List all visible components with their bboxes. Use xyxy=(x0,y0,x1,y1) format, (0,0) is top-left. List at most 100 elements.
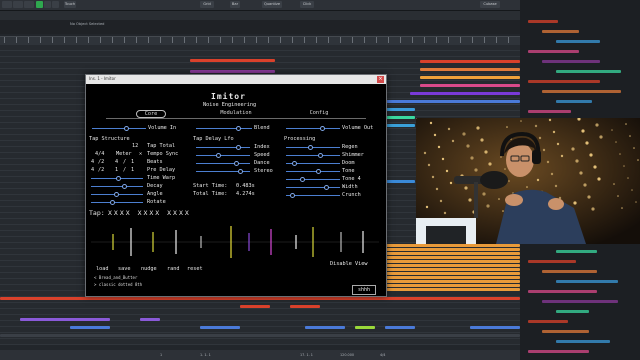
clip[interactable] xyxy=(385,256,520,259)
toolbar-button-1[interactable] xyxy=(2,1,12,8)
clip[interactable] xyxy=(200,326,240,329)
volume-out-slider[interactable] xyxy=(286,128,340,129)
rand-button[interactable]: rand xyxy=(167,266,180,272)
beats-den[interactable]: 1 xyxy=(131,159,134,165)
stereo-knob[interactable] xyxy=(238,169,243,174)
clip[interactable] xyxy=(355,326,375,329)
clip[interactable] xyxy=(385,264,520,267)
rotate-slider[interactable] xyxy=(91,202,143,203)
meter-left-value[interactable]: 4/4 xyxy=(95,151,104,157)
clip[interactable] xyxy=(240,305,270,308)
width-slider[interactable] xyxy=(286,187,340,188)
toolbar-label-cubase[interactable]: Cubase xyxy=(480,1,500,8)
clip[interactable] xyxy=(420,76,520,79)
blend-slider[interactable] xyxy=(196,128,252,129)
tempo-sync-checkbox[interactable]: ✕ xyxy=(139,151,142,157)
volume-out-knob[interactable] xyxy=(320,126,325,131)
preset-name[interactable]: > classic dotted 8th xyxy=(94,282,142,287)
predelay-num[interactable]: 4 xyxy=(91,167,94,173)
toolbar-label-quantize[interactable]: Quantize xyxy=(262,1,282,8)
tool-button-a[interactable] xyxy=(44,1,51,8)
crunch-knob[interactable] xyxy=(290,193,295,198)
tone4-slider[interactable] xyxy=(286,179,340,180)
clip[interactable] xyxy=(385,248,520,251)
nudge-button[interactable]: nudge xyxy=(141,266,157,272)
clip[interactable] xyxy=(385,268,520,271)
clip[interactable] xyxy=(385,284,520,287)
dance-slider[interactable] xyxy=(196,163,250,164)
decay-slider[interactable] xyxy=(91,186,143,187)
clip[interactable] xyxy=(190,70,275,73)
clip[interactable] xyxy=(385,326,415,329)
clip[interactable] xyxy=(0,334,520,337)
tap-total-value[interactable]: 12 xyxy=(132,143,138,149)
clip[interactable] xyxy=(20,318,110,321)
close-icon[interactable]: × xyxy=(377,76,384,83)
tone-slider[interactable] xyxy=(286,171,340,172)
tab-modulation[interactable]: Modulation xyxy=(216,110,256,116)
toolbar-button-3[interactable] xyxy=(24,1,34,8)
beats-num[interactable]: 4 xyxy=(91,159,94,165)
plugin-titlebar[interactable]: Ins. 1 - Imitor × xyxy=(86,75,386,84)
toolbar-label-touch[interactable]: Touch xyxy=(64,1,76,8)
clip[interactable] xyxy=(70,326,110,329)
clip[interactable] xyxy=(305,326,345,329)
tone4-knob[interactable] xyxy=(300,177,305,182)
clip[interactable] xyxy=(385,180,415,183)
clip[interactable] xyxy=(385,252,520,255)
toolbar-button-2[interactable] xyxy=(13,1,23,8)
toolbar-label-click[interactable]: Click xyxy=(300,1,314,8)
dance-knob[interactable] xyxy=(234,161,239,166)
volume-in-slider[interactable] xyxy=(92,128,146,129)
clip[interactable] xyxy=(190,59,275,62)
tone-knob[interactable] xyxy=(316,169,321,174)
clip[interactable] xyxy=(470,326,520,329)
index-knob[interactable] xyxy=(236,145,241,150)
beats-val[interactable]: 4 xyxy=(115,159,118,165)
clip[interactable] xyxy=(385,288,520,291)
beats-div[interactable]: /2 xyxy=(98,159,104,165)
tab-config[interactable]: Config xyxy=(304,110,334,116)
speed-slider[interactable] xyxy=(196,155,250,156)
tab-core[interactable]: Core xyxy=(136,110,166,118)
clip[interactable] xyxy=(140,318,160,321)
clip[interactable] xyxy=(290,305,320,308)
tool-button-b[interactable] xyxy=(52,1,59,8)
disable-view-button[interactable]: Disable View xyxy=(330,261,367,267)
clip[interactable] xyxy=(385,260,520,263)
timeline-ruler[interactable] xyxy=(0,36,520,45)
clip[interactable] xyxy=(385,108,415,111)
clip[interactable] xyxy=(420,84,520,87)
tap-pattern[interactable]: XXXX XXXX XXXX xyxy=(108,210,191,217)
rotate-knob[interactable] xyxy=(110,200,115,205)
clip[interactable] xyxy=(385,272,520,275)
predelay-den[interactable]: 1 xyxy=(131,167,134,173)
toolbar-label-grid[interactable]: Grid xyxy=(200,1,214,8)
shimmer-slider[interactable] xyxy=(286,155,340,156)
volume-in-knob[interactable] xyxy=(124,126,129,131)
clip[interactable] xyxy=(385,116,415,119)
doom-knob[interactable] xyxy=(292,161,297,166)
index-slider[interactable] xyxy=(196,147,250,148)
clip[interactable] xyxy=(385,100,520,103)
clip[interactable] xyxy=(385,276,520,279)
preset-bank[interactable]: < Bread_and_Butter xyxy=(94,275,137,280)
regen-slider[interactable] xyxy=(286,147,340,148)
clip[interactable] xyxy=(385,280,520,283)
time-warp-knob[interactable] xyxy=(116,176,121,181)
decay-knob[interactable] xyxy=(122,184,127,189)
clip[interactable] xyxy=(410,92,520,95)
clip[interactable] xyxy=(420,68,520,71)
clip[interactable] xyxy=(0,297,520,300)
clip[interactable] xyxy=(420,60,520,63)
green-tool-button[interactable] xyxy=(36,1,43,8)
predelay-val[interactable]: 1 xyxy=(115,167,118,173)
reset-button[interactable]: reset xyxy=(187,266,203,272)
clip[interactable] xyxy=(385,124,415,127)
regen-knob[interactable] xyxy=(308,145,313,150)
clip[interactable] xyxy=(385,244,520,247)
blend-knob[interactable] xyxy=(236,126,241,131)
speed-knob[interactable] xyxy=(216,153,221,158)
width-knob[interactable] xyxy=(324,185,329,190)
shhh-button[interactable]: shhh xyxy=(352,285,376,295)
